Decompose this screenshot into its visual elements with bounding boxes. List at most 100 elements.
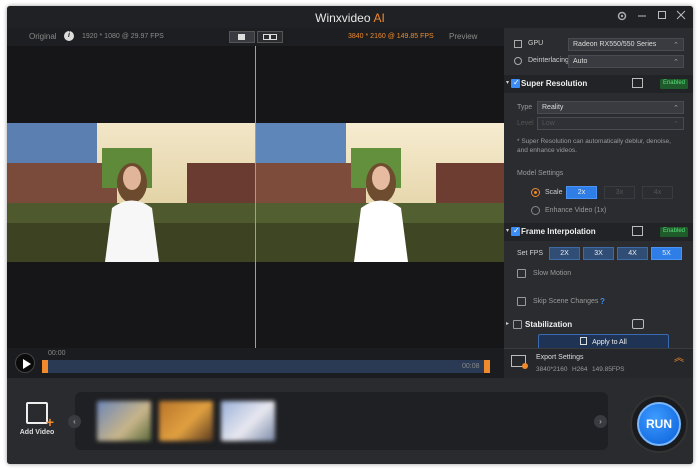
enhance-label: Enhance Video (1x) bbox=[545, 207, 607, 214]
slow-motion-checkbox[interactable] bbox=[517, 269, 526, 278]
set-fps-label: Set FPS bbox=[517, 250, 544, 257]
original-info: 1920 * 1080 @ 29.97 FPS bbox=[82, 33, 164, 40]
frame-interpolation-header: ▾ Frame Interpolation Enabled bbox=[504, 223, 693, 241]
level-select: Low ⌃ bbox=[537, 117, 684, 130]
gear-icon[interactable] bbox=[615, 10, 629, 24]
slow-motion-label: Slow Motion bbox=[533, 270, 572, 277]
chevron-down-icon: ⌃ bbox=[673, 121, 679, 128]
deinterlacing-select[interactable]: Auto ⌃ bbox=[568, 55, 684, 68]
deinterlacing-label: Deinterlacing bbox=[528, 57, 569, 64]
chevron-down-icon: ⌃ bbox=[673, 42, 679, 49]
deinterlacing-value: Auto bbox=[573, 58, 588, 65]
timeline-start-time: 00:00 bbox=[48, 350, 66, 357]
export-resolution: 3840*2160 bbox=[536, 366, 568, 373]
settings-panel: GPU Radeon RX550/550 Series ⌃ Deinterlac… bbox=[504, 28, 693, 378]
compare-icon[interactable] bbox=[632, 78, 643, 88]
split-view-button[interactable] bbox=[229, 31, 255, 43]
maximize-icon[interactable] bbox=[655, 10, 669, 24]
scroll-right-button[interactable]: › bbox=[594, 415, 607, 428]
add-video-button[interactable]: Add Video bbox=[19, 402, 55, 436]
deinterlacing-icon bbox=[514, 57, 522, 65]
info-icon[interactable]: i bbox=[64, 31, 74, 41]
original-label: Original bbox=[29, 32, 57, 41]
level-label: Level bbox=[517, 120, 534, 127]
model-settings-label: Model Settings bbox=[517, 170, 564, 177]
side-by-side-view-button[interactable] bbox=[257, 31, 283, 43]
timeline: 00:00 00:08 bbox=[7, 348, 504, 378]
type-value: Reality bbox=[542, 104, 564, 111]
super-resolution-header: ▾ Super Resolution Enabled bbox=[504, 75, 693, 93]
trim-end-handle[interactable] bbox=[484, 360, 490, 373]
app-title-accent: AI bbox=[373, 11, 385, 25]
expand-arrow-icon[interactable]: ▸ bbox=[506, 320, 509, 327]
video-thumbnail[interactable] bbox=[221, 401, 275, 441]
app-title: Winxvideo AI bbox=[7, 11, 693, 25]
app-window: Winxvideo AI Original i 1920 * 1080 @ 29.… bbox=[7, 6, 693, 464]
close-icon[interactable] bbox=[674, 10, 688, 24]
fps-5x-button[interactable]: 5X bbox=[651, 247, 682, 260]
video-thumbnail[interactable] bbox=[159, 401, 213, 441]
run-button[interactable]: RUN bbox=[637, 402, 681, 446]
clipboard-icon bbox=[580, 337, 588, 345]
minimize-icon[interactable] bbox=[635, 10, 649, 24]
super-resolution-status-badge: Enabled bbox=[659, 79, 688, 89]
scale-radio[interactable] bbox=[531, 188, 540, 197]
preview-video-frame bbox=[256, 123, 504, 262]
video-preview-area bbox=[7, 46, 504, 348]
stabilization-title: Stabilization bbox=[525, 320, 573, 329]
skip-scene-label: Skip Scene Changes bbox=[533, 298, 599, 305]
gear-icon bbox=[522, 363, 528, 369]
stabilization-checkbox[interactable] bbox=[513, 320, 522, 329]
fps-3x-button[interactable]: 3X bbox=[583, 247, 614, 260]
video-header: Original i 1920 * 1080 @ 29.97 FPS 3840 … bbox=[7, 28, 504, 46]
collapse-arrow-icon[interactable]: ▾ bbox=[506, 227, 509, 234]
super-resolution-checkbox[interactable] bbox=[511, 78, 520, 88]
super-resolution-note: * Super Resolution can automatically deb… bbox=[517, 138, 671, 154]
add-video-label: Add Video bbox=[19, 429, 55, 436]
bottom-bar: Add Video ‹ › RUN bbox=[7, 378, 693, 464]
scale-3x-button: 3x bbox=[604, 186, 635, 199]
scroll-left-button[interactable]: ‹ bbox=[68, 415, 81, 428]
timeline-track[interactable] bbox=[44, 360, 488, 373]
frame-interpolation-checkbox[interactable] bbox=[511, 226, 520, 236]
fps-2x-button[interactable]: 2X bbox=[549, 247, 580, 260]
preview-info: 3840 * 2160 @ 149.85 FPS bbox=[348, 33, 434, 40]
trim-start-handle[interactable] bbox=[42, 360, 48, 373]
export-settings[interactable]: Export Settings 3840*2160 H264 149.85FPS… bbox=[504, 348, 693, 378]
skip-scene-checkbox[interactable] bbox=[517, 297, 526, 306]
gpu-select[interactable]: Radeon RX550/550 Series ⌃ bbox=[568, 38, 684, 51]
frame-interpolation-title: Frame Interpolation bbox=[521, 227, 596, 236]
export-fps: 149.85FPS bbox=[592, 366, 625, 373]
original-video-frame bbox=[7, 123, 255, 262]
chevron-down-icon: ⌃ bbox=[673, 59, 679, 66]
collapse-arrow-icon[interactable]: ▾ bbox=[506, 79, 509, 86]
enhance-radio[interactable] bbox=[531, 206, 540, 215]
title-bar: Winxvideo AI bbox=[7, 6, 693, 28]
super-resolution-title: Super Resolution bbox=[521, 79, 588, 88]
run-button-frame: RUN bbox=[630, 395, 688, 453]
frames-icon[interactable] bbox=[632, 226, 643, 236]
play-button[interactable] bbox=[15, 353, 35, 373]
help-icon[interactable]: ? bbox=[600, 297, 605, 306]
gpu-icon bbox=[514, 40, 522, 48]
fps-4x-button[interactable]: 4X bbox=[617, 247, 648, 260]
scale-4x-button: 4x bbox=[642, 186, 673, 199]
add-video-icon bbox=[26, 402, 54, 430]
type-label: Type bbox=[517, 104, 533, 111]
video-thumbnail-strip: ‹ › bbox=[68, 392, 608, 450]
video-thumbnail[interactable] bbox=[97, 401, 151, 441]
expand-up-icon[interactable]: ︽ bbox=[674, 354, 684, 364]
app-title-text: Winxvideo bbox=[315, 11, 371, 25]
level-value: Low bbox=[542, 120, 555, 127]
export-codec: H264 bbox=[572, 366, 588, 373]
compare-divider[interactable] bbox=[255, 46, 256, 348]
preview-label: Preview bbox=[449, 32, 478, 41]
camera-icon[interactable] bbox=[632, 319, 644, 329]
timeline-end-time: 00:08 bbox=[462, 363, 480, 370]
export-settings-title: Export Settings bbox=[536, 354, 584, 361]
apply-to-all-label: Apply to All bbox=[592, 339, 627, 346]
scale-2x-button[interactable]: 2x bbox=[566, 186, 597, 199]
stabilization-header: ▸ Stabilization bbox=[504, 316, 693, 334]
type-select[interactable]: Reality ⌃ bbox=[537, 101, 684, 114]
gpu-value: Radeon RX550/550 Series bbox=[573, 41, 657, 48]
